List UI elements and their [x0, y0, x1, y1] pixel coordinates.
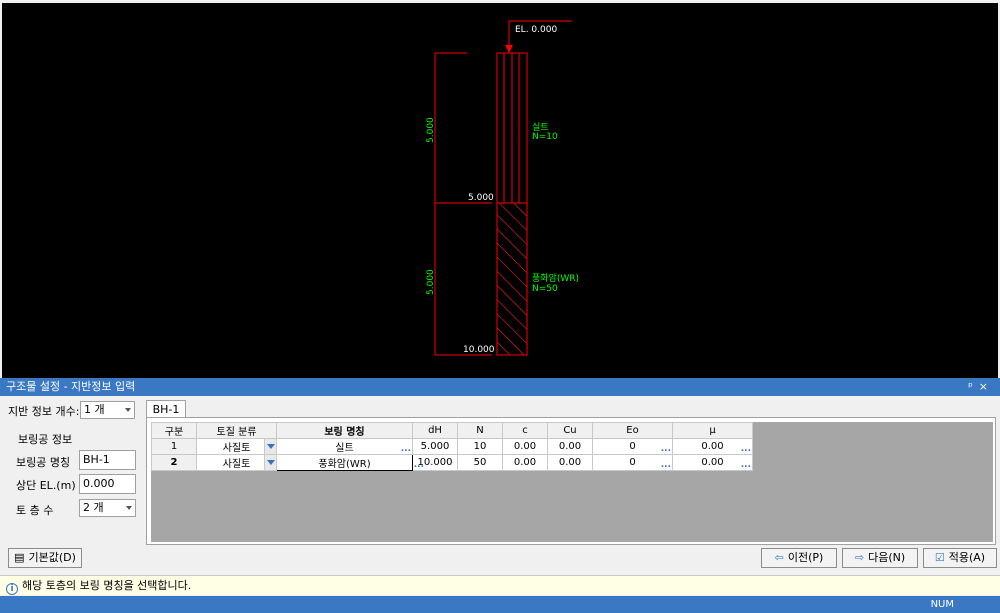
row-number[interactable]: 2	[151, 454, 197, 471]
cu-cell[interactable]: 0.00	[547, 454, 593, 471]
apply-button-label: 적용(A)	[948, 551, 986, 564]
layer-2-name: 풍화암(WR)	[532, 272, 579, 284]
table-row[interactable]: 2 사질토 풍화암(WR)... 10.000 50 0.00 0.00 0..…	[151, 454, 753, 471]
soil-type-value: 사질토	[222, 459, 251, 470]
mu-value: 0.00	[701, 441, 724, 452]
soil-grid: 구분 토질 분류 보링 명칭 dH N c Cu Eo μ 1 사질토 실트..…	[151, 422, 753, 471]
tab-content: 구분 토질 분류 보링 명칭 dH N c Cu Eo μ 1 사질토 실트..…	[146, 417, 996, 545]
col-header-soil: 토질 분류	[196, 422, 277, 439]
depth-label-2: 10.000	[463, 345, 495, 355]
default-values-icon: ▤	[14, 551, 25, 564]
prev-button-label: 이전(P)	[787, 551, 824, 564]
layer-2-n-value: N=50	[532, 284, 558, 294]
c-cell[interactable]: 0.00	[502, 454, 548, 471]
col-header-no: 구분	[151, 422, 197, 439]
c-cell[interactable]: 0.00	[502, 438, 548, 455]
pin-icon[interactable]: ᵖ	[968, 380, 979, 393]
tab-bh-1[interactable]: BH-1	[146, 400, 186, 418]
el-marker-arrow	[505, 45, 513, 53]
soil-layers-select[interactable]: 2 개	[79, 499, 136, 517]
status-message: 해당 토층의 보링 명칭을 선택합니다.	[22, 579, 192, 592]
soil-layers-value: 2 개	[83, 501, 104, 514]
status-message-bar: i 해당 토층의 보링 명칭을 선택합니다.	[0, 575, 1000, 595]
ellipsis-icon[interactable]: ...	[741, 444, 751, 454]
soil-type-cell[interactable]: 사질토	[196, 438, 277, 455]
info-icon: i	[6, 583, 18, 595]
checkmark-icon: ☑	[934, 551, 945, 564]
default-button-label: 기본값(D)	[28, 551, 76, 564]
boring-section-label: 보링공 정보	[18, 433, 73, 446]
default-button[interactable]: ▤ 기본값(D)	[8, 548, 82, 568]
boring-name-value: 실트	[335, 443, 354, 454]
col-header-cu: Cu	[547, 422, 593, 439]
chevron-down-icon	[126, 506, 132, 510]
panel-title-bar[interactable]: 구조물 설정 - 지반정보 입력 ᵖ×	[0, 378, 1000, 396]
mu-value: 0.00	[701, 457, 724, 468]
ellipsis-icon[interactable]: ...	[741, 460, 751, 470]
layer-1-n-value: N=10	[532, 132, 558, 142]
n-cell[interactable]: 10	[457, 438, 503, 455]
ground-info-panel: 구조물 설정 - 지반정보 입력 ᵖ× 지반 정보 개수: 1 개 보링공 정보…	[0, 378, 1000, 598]
grid-header-row: 구분 토질 분류 보링 명칭 dH N c Cu Eo μ	[151, 422, 753, 439]
boring-name-cell-selected[interactable]: 풍화암(WR)...	[276, 454, 424, 471]
table-row[interactable]: 1 사질토 실트... 5.000 10 0.00 0.00 0... 0.00…	[151, 438, 753, 455]
prev-button[interactable]: ⇦ 이전(P)	[761, 548, 837, 568]
num-lock-indicator: NUM	[930, 599, 954, 610]
soil-layers-label: 토 층 수	[16, 504, 54, 517]
boring-name-input[interactable]: BH-1	[79, 450, 136, 470]
dim-thickness-1: 5.000	[426, 117, 436, 143]
boring-log-drawing: EL. 0.000 5.000 5.000 5.000 10.000 실트 N=…	[426, 20, 579, 356]
layer-count-label: 지반 정보 개수:	[8, 405, 80, 418]
chevron-down-icon	[125, 408, 131, 412]
ellipsis-icon[interactable]: ...	[661, 444, 671, 454]
el-top-label: EL. 0.000	[515, 25, 557, 35]
eo-cell[interactable]: 0...	[592, 454, 673, 471]
next-button[interactable]: ⇨ 다음(N)	[842, 548, 918, 568]
mu-cell[interactable]: 0.00...	[672, 454, 753, 471]
mu-cell[interactable]: 0.00...	[672, 438, 753, 455]
eo-value: 0	[629, 441, 636, 452]
boring-name-value: 풍화암(WR)	[318, 459, 371, 470]
eo-cell[interactable]: 0...	[592, 438, 673, 455]
cu-cell[interactable]: 0.00	[547, 438, 593, 455]
app-status-bar: NUM	[0, 596, 1000, 613]
layer-2-column	[496, 202, 528, 356]
apply-button[interactable]: ☑ 적용(A)	[923, 548, 997, 568]
dim-thickness-2: 5.000	[426, 269, 436, 295]
arrow-left-icon: ⇦	[774, 551, 784, 564]
col-header-name: 보링 명칭	[276, 422, 413, 439]
top-el-label: 상단 EL.(m)	[16, 479, 76, 492]
dropdown-arrow-icon[interactable]	[264, 439, 276, 454]
n-cell[interactable]: 50	[457, 454, 503, 471]
eo-value: 0	[629, 457, 636, 468]
boring-name-cell[interactable]: 실트...	[276, 438, 413, 455]
boring-name-label: 보링공 명칭	[16, 456, 71, 469]
ellipsis-icon[interactable]: ...	[661, 460, 671, 470]
col-header-dh: dH	[412, 422, 458, 439]
col-header-c: c	[502, 422, 548, 439]
col-header-mu: μ	[672, 422, 753, 439]
panel-window-controls[interactable]: ᵖ×	[968, 378, 994, 396]
soil-type-cell[interactable]: 사질토	[196, 454, 277, 471]
cad-viewport[interactable]: EL. 0.000 5.000 5.000 5.000 10.000 실트 N=…	[2, 3, 998, 378]
soil-grid-area: 구분 토질 분류 보링 명칭 dH N c Cu Eo μ 1 사질토 실트..…	[151, 422, 993, 542]
top-el-input[interactable]: 0.000	[79, 474, 136, 494]
dropdown-arrow-icon[interactable]	[264, 455, 276, 470]
soil-type-value: 사질토	[222, 443, 251, 454]
row-number[interactable]: 1	[151, 438, 197, 455]
col-header-eo: Eo	[592, 422, 673, 439]
col-header-n: N	[457, 422, 503, 439]
panel-title: 구조물 설정 - 지반정보 입력	[6, 380, 136, 393]
arrow-right-icon: ⇨	[854, 551, 865, 564]
layer-count-select[interactable]: 1 개	[80, 401, 135, 419]
ellipsis-icon[interactable]: ...	[401, 444, 411, 454]
close-icon[interactable]: ×	[979, 380, 994, 393]
next-button-label: 다음(N)	[868, 551, 906, 564]
dh-cell[interactable]: 5.000	[412, 438, 458, 455]
dh-cell[interactable]: 10.000	[412, 454, 458, 471]
depth-label-1: 5.000	[468, 193, 494, 203]
layer-count-value: 1 개	[84, 403, 105, 416]
